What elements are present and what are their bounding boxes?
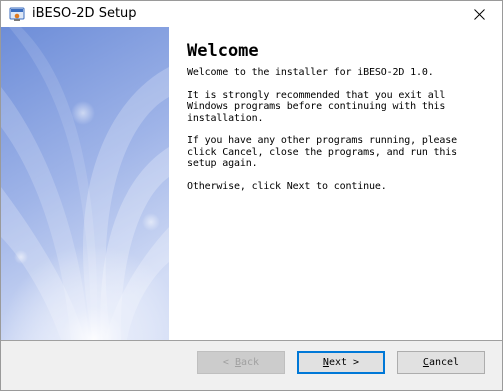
cancel-button[interactable]: Cancel [397, 351, 485, 374]
installer-icon [9, 6, 25, 22]
cancel-label-rest: ancel [428, 357, 460, 368]
welcome-heading: Welcome [187, 41, 259, 61]
setup-window: iBESO-2D Setup Welcome Welcome to the in… [0, 0, 503, 391]
exit-programs-text: It is strongly recommended that you exit… [187, 89, 446, 124]
window-title: iBESO-2D Setup [32, 6, 137, 21]
next-button[interactable]: Next > [297, 351, 385, 374]
cancel-advice-text: If you have any other programs running, … [187, 135, 458, 169]
back-button[interactable]: < Back [197, 351, 285, 374]
continue-instruction-text: Otherwise, click Next to continue. [187, 180, 387, 192]
welcome-content: Welcome Welcome to the installer for iBE… [187, 41, 487, 203]
button-bar: < Back Next > Cancel [1, 341, 502, 390]
back-label-rest: ack [241, 357, 260, 368]
intro-text: Welcome to the installer for iBESO-2D 1.… [187, 67, 434, 78]
title-bar[interactable]: iBESO-2D Setup [1, 1, 502, 27]
close-button[interactable] [456, 1, 502, 27]
next-suffix: > [347, 357, 360, 368]
wizard-page: Welcome Welcome to the installer for iBE… [1, 27, 502, 340]
close-icon [473, 8, 485, 20]
back-prefix: < [222, 357, 235, 368]
welcome-banner-image [1, 27, 169, 340]
next-label-rest: ext [328, 357, 348, 368]
